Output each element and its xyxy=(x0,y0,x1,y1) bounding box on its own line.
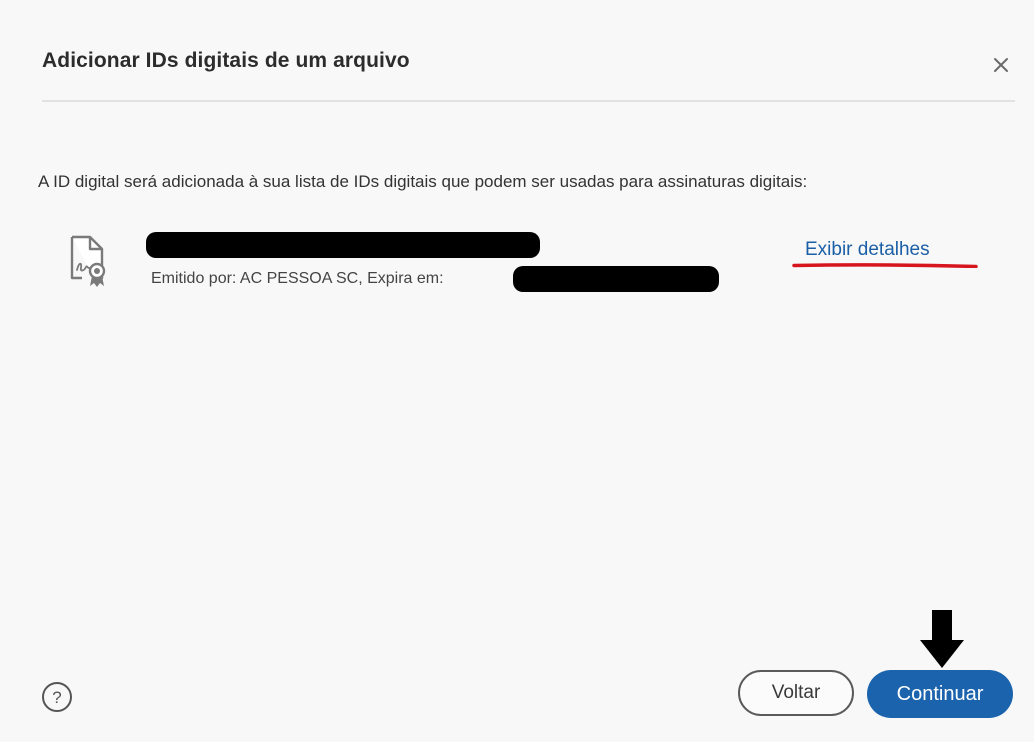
header-divider xyxy=(42,100,1015,102)
certificate-document-icon xyxy=(66,234,116,290)
help-button[interactable]: ? xyxy=(40,680,74,714)
red-underline-annotation xyxy=(792,263,978,268)
certificate-name-redacted xyxy=(146,232,540,258)
svg-text:?: ? xyxy=(52,688,61,707)
certificate-issuer-text: Emitido por: AC PESSOA SC, Expira em: xyxy=(151,270,444,287)
back-button[interactable]: Voltar xyxy=(738,670,854,716)
close-icon xyxy=(994,58,1008,72)
dialog-title: Adicionar IDs digitais de um arquivo xyxy=(42,49,410,72)
arrow-down-icon xyxy=(920,610,964,668)
view-details-link[interactable]: Exibir detalhes xyxy=(805,239,930,261)
help-icon: ? xyxy=(42,682,72,712)
certificate-expiry-redacted xyxy=(513,266,719,292)
add-digital-id-dialog: Adicionar IDs digitais de um arquivo A I… xyxy=(0,0,1034,742)
continue-button[interactable]: Continuar xyxy=(867,670,1013,718)
close-button[interactable] xyxy=(988,52,1014,78)
dialog-description: A ID digital será adicionada à sua lista… xyxy=(38,172,808,191)
